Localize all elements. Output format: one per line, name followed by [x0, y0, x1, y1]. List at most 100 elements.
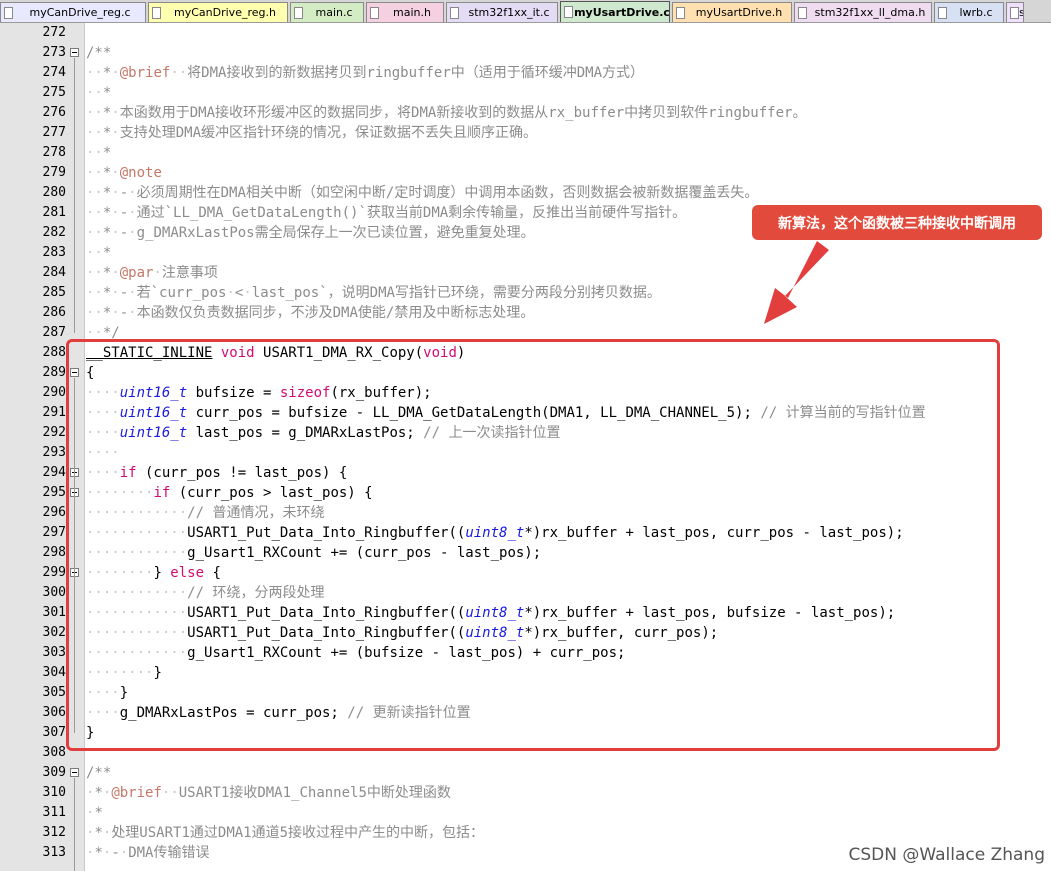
watermark: CSDN @Wallace Zhang	[848, 845, 1046, 865]
code-token: *	[102, 145, 112, 161]
fold-toggle-icon[interactable]	[70, 768, 79, 777]
file-tab-label: myUsartDrive.h	[695, 6, 783, 19]
code-text: ··*·-·本函数仅负责数据同步，不涉及DMA使能/禁用及中断标志处理。	[86, 303, 534, 323]
code-token: -	[111, 845, 120, 861]
code-text: ··*·@note	[86, 163, 162, 183]
whitespace-marker: ··	[170, 65, 188, 81]
line-number: 287	[42, 325, 66, 340]
code-text: ·*·-·DMA传输错误	[86, 843, 209, 863]
code-token: *	[102, 85, 112, 101]
code-token: 支持处理DMA缓冲区指针环绕的情况，保证数据不丢失且顺序正确。	[119, 125, 538, 141]
line-number: 301	[42, 605, 66, 620]
whitespace-marker: ··	[86, 125, 103, 141]
whitespace-marker: ··	[86, 105, 103, 121]
line-number: 312	[42, 825, 66, 840]
line-number: 299	[42, 565, 66, 580]
whitespace-marker: ··	[86, 85, 103, 101]
whitespace-marker: ··	[86, 305, 103, 321]
code-token: @brief	[119, 65, 171, 81]
code-token: 必须周期性在DMA相关中断（如空闲中断/定时调度）中调用本函数，否则数据会被新数…	[136, 185, 759, 201]
code-token: 注意事项	[161, 265, 218, 281]
code-text: ·*·处理USART1通过DMA1通道5接收过程中产生的中断，包括：	[86, 823, 484, 843]
fold-guide	[74, 58, 75, 333]
whitespace-marker: ·	[111, 225, 120, 241]
file-tab-label: myCanDrive_reg.h	[174, 6, 276, 19]
file-tab-label: main.h	[393, 6, 431, 19]
code-line: 275 ··*	[0, 83, 1051, 103]
line-number: 291	[42, 405, 66, 420]
line-number: 290	[42, 385, 66, 400]
code-line: 286 ··*·-·本函数仅负责数据同步，不涉及DMA使能/禁用及中断标志处理。	[0, 303, 1051, 323]
line-number: 277	[42, 125, 66, 140]
line-number: 284	[42, 265, 66, 280]
file-tab-label: stm32f1xx_ll_dma.h	[814, 6, 926, 19]
file-tab-label: main.c	[315, 6, 353, 19]
line-number: 272	[42, 25, 66, 40]
fold-guide	[74, 778, 75, 871]
file-tab[interactable]: main.c	[290, 2, 364, 22]
whitespace-marker: ·	[111, 285, 120, 301]
whitespace-marker: ·	[226, 285, 235, 301]
whitespace-marker: ··	[161, 785, 179, 801]
code-line: 310 ·*·@brief··USART1接收DMA1_Channel5中断处理函…	[0, 783, 1051, 803]
line-number: 283	[42, 245, 66, 260]
file-tab-bar: myCanDrive_reg.c myCanDrive_reg.h main.c ma…	[0, 0, 1051, 23]
code-text: /**	[86, 43, 111, 63]
file-tab-label: myCanDrive_reg.c	[29, 6, 131, 19]
whitespace-marker: ·	[153, 265, 162, 281]
line-number: 309	[42, 765, 66, 780]
whitespace-marker: ··	[86, 285, 103, 301]
whitespace-marker: ·	[128, 225, 137, 241]
code-token: -	[119, 185, 129, 201]
code-token: 若`curr_pos	[136, 285, 227, 301]
line-number: 308	[42, 745, 66, 760]
highlight-box	[66, 339, 1000, 751]
fold-toggle-icon[interactable]	[70, 48, 79, 57]
whitespace-marker: ·	[111, 105, 120, 121]
file-tab-label: stm32f1xx_it.c	[468, 6, 550, 19]
code-line: 311 ·*	[0, 803, 1051, 823]
file-tab[interactable]: myUsartDrive.h	[672, 2, 792, 22]
file-tab[interactable]: myCanDrive_reg.c	[0, 2, 146, 22]
code-token: 本函数用于DMA接收环形缓冲区的数据同步，将DMA新接收到的数据从rx_buff…	[119, 105, 807, 121]
code-line: 283 ··*	[0, 243, 1051, 263]
line-number: 273	[42, 45, 66, 60]
line-number: 280	[42, 185, 66, 200]
line-number: 311	[42, 805, 66, 820]
file-tab[interactable]: myUsartDrive.c	[560, 1, 670, 22]
code-token: *	[102, 245, 112, 261]
code-token: 本函数仅负责数据同步，不涉及DMA使能/禁用及中断标志处理。	[136, 305, 535, 321]
file-tab[interactable]: myCanDrive_reg.h	[148, 2, 288, 22]
whitespace-marker: ··	[86, 145, 103, 161]
whitespace-marker: ·	[128, 285, 137, 301]
whitespace-marker: ··	[86, 265, 103, 281]
line-number: 302	[42, 625, 66, 640]
code-line: 285 ··*·-·若`curr_pos·<·last_pos`，说明DMA写指针…	[0, 283, 1051, 303]
line-number: 292	[42, 425, 66, 440]
whitespace-marker: ·	[111, 205, 120, 221]
code-text: ··*·-·若`curr_pos·<·last_pos`，说明DMA写指针已环绕…	[86, 283, 661, 303]
code-token: /**	[86, 765, 112, 781]
line-number: 310	[42, 785, 66, 800]
code-token: @par	[119, 265, 154, 281]
code-line: 274 ··*·@brief··将DMA接收到的新数据拷贝到ringbuffer中…	[0, 63, 1051, 83]
whitespace-marker: ·	[111, 185, 120, 201]
file-tab[interactable]: main.h	[366, 2, 444, 22]
whitespace-marker: ··	[86, 225, 103, 241]
line-number: 297	[42, 525, 66, 540]
whitespace-marker: ·	[128, 305, 137, 321]
whitespace-marker: ·	[119, 845, 129, 861]
code-token: -	[119, 205, 129, 221]
file-tab[interactable]: stm32f1xx_it.c	[446, 2, 558, 22]
line-number: 288	[42, 345, 66, 360]
code-token: @note	[119, 165, 162, 181]
line-number: 282	[42, 225, 66, 240]
file-tab[interactable]: lwrb.c	[934, 2, 1004, 22]
line-number: 306	[42, 705, 66, 720]
code-token: *	[94, 845, 103, 861]
code-text: ··*	[86, 83, 111, 103]
file-tab[interactable]: s	[1006, 2, 1024, 22]
line-number: 281	[42, 205, 66, 220]
whitespace-marker: ·	[243, 285, 252, 301]
file-tab[interactable]: stm32f1xx_ll_dma.h	[794, 2, 932, 22]
